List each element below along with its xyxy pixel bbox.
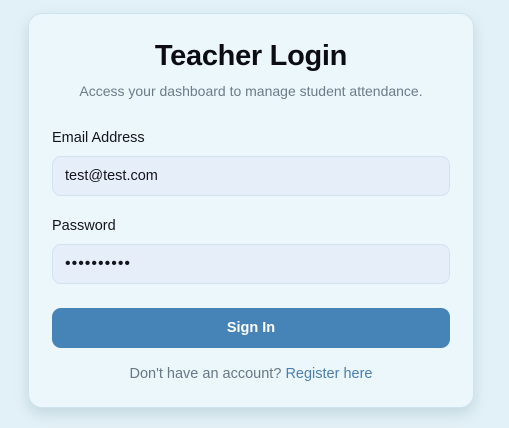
register-prompt-text: Don't have an account?: [129, 366, 286, 382]
sign-in-button[interactable]: Sign In: [52, 308, 450, 348]
email-label: Email Address: [52, 130, 145, 146]
login-card: Teacher Login Access your dashboard to m…: [28, 13, 474, 408]
register-prompt: Don't have an account? Register here: [29, 364, 473, 384]
email-field[interactable]: [52, 156, 450, 196]
page-title: Teacher Login: [154, 40, 348, 72]
page-subtitle: Access your dashboard to manage student …: [79, 83, 423, 99]
register-link[interactable]: Register here: [285, 366, 372, 382]
password-label: Password: [52, 218, 116, 234]
password-field[interactable]: [52, 244, 450, 284]
